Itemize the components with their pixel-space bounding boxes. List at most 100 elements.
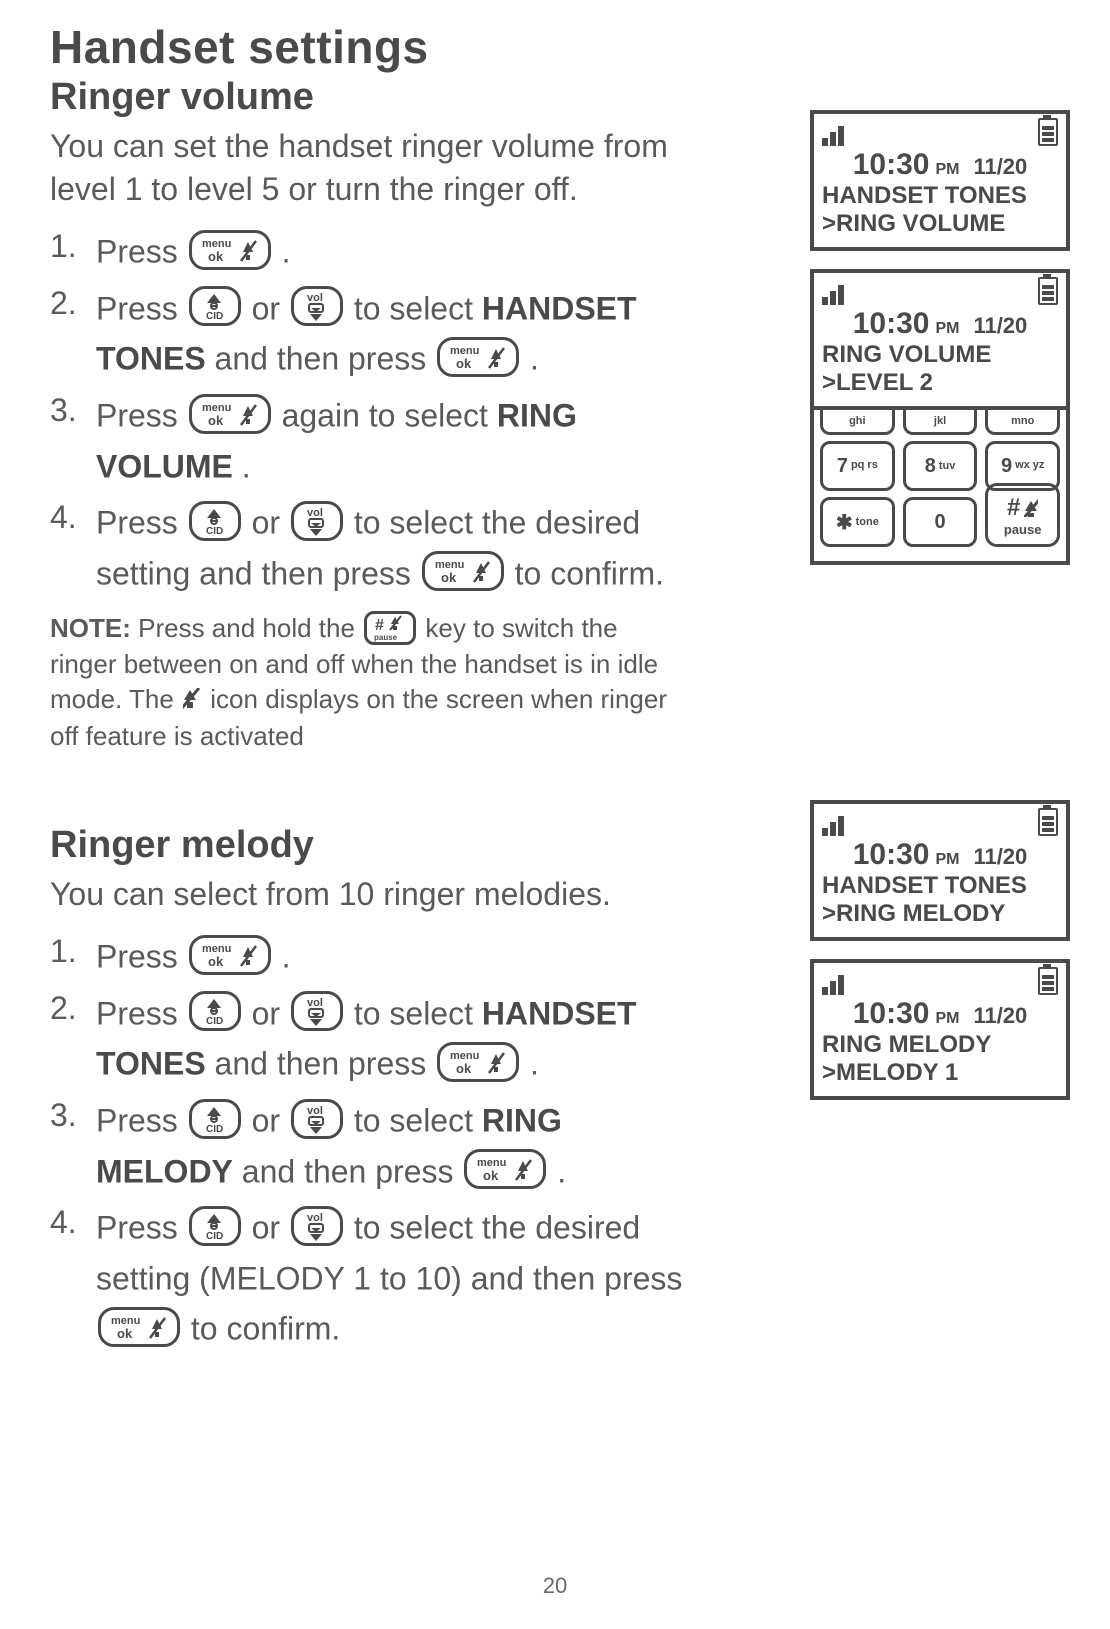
screen-line-1: HANDSET TONES bbox=[822, 872, 1058, 900]
text: Press bbox=[96, 290, 187, 326]
screen-time: 10:30 bbox=[853, 148, 930, 182]
step-number: 4. bbox=[50, 496, 82, 539]
menu-ok-key-icon bbox=[437, 1042, 519, 1082]
screen-line-1: HANDSET TONES bbox=[822, 182, 1058, 210]
key-7: 7pq rs bbox=[820, 441, 895, 491]
step-4: 4. Press or to select the desired settin… bbox=[50, 1201, 690, 1353]
cid-up-key-icon bbox=[189, 1099, 241, 1139]
handset-screen-1: 10:30 PM 11/20 HANDSET TONES >RING VOLUM… bbox=[810, 110, 1070, 251]
screen-previews: 10:30 PM 11/20 HANDSET TONES >RING VOLUM… bbox=[810, 110, 1070, 583]
cid-up-key-icon bbox=[189, 1206, 241, 1246]
battery-icon bbox=[1038, 808, 1058, 836]
text: to select bbox=[354, 995, 482, 1031]
screen-ampm: PM bbox=[935, 161, 959, 179]
text: . bbox=[557, 1153, 566, 1189]
screen-ampm: PM bbox=[935, 1010, 959, 1028]
step-3: 3. Press again to select RING VOLUME . bbox=[50, 389, 690, 490]
page-title: Handset settings bbox=[50, 20, 1060, 74]
text: Press bbox=[96, 995, 187, 1031]
text: or bbox=[252, 995, 289, 1031]
text: Press bbox=[96, 939, 187, 975]
text: or bbox=[252, 1210, 289, 1246]
cid-up-key-icon bbox=[189, 991, 241, 1031]
signal-icon bbox=[822, 975, 844, 995]
screen-time: 10:30 bbox=[853, 997, 930, 1031]
screen-line-2: >RING MELODY bbox=[822, 900, 1058, 928]
vol-down-key-icon bbox=[291, 991, 343, 1031]
step-1: 1. Press . bbox=[50, 930, 690, 981]
text: Press bbox=[96, 234, 187, 270]
text: . bbox=[282, 939, 291, 975]
screen-date: 11/20 bbox=[973, 1003, 1027, 1029]
screen-date: 11/20 bbox=[973, 154, 1027, 180]
note-label: NOTE: bbox=[50, 613, 131, 643]
page-number: 20 bbox=[0, 1573, 1110, 1599]
handset-screen-4: 10:30 PM 11/20 RING MELODY >MELODY 1 bbox=[810, 959, 1070, 1100]
text: or bbox=[252, 1103, 289, 1139]
key-5: jkl bbox=[903, 410, 978, 435]
signal-icon bbox=[822, 816, 844, 836]
key-star: ✱tone bbox=[820, 497, 895, 547]
key-6: mno bbox=[985, 410, 1060, 435]
text: to confirm. bbox=[515, 555, 664, 591]
battery-icon bbox=[1038, 118, 1058, 146]
screen-ampm: PM bbox=[935, 320, 959, 338]
step-number: 2. bbox=[50, 282, 82, 325]
ringer-melody-steps: 1. Press . 2. Press or to select HANDSET… bbox=[50, 930, 690, 1352]
text: or bbox=[252, 505, 289, 541]
text: to confirm. bbox=[191, 1311, 340, 1347]
step-number: 4. bbox=[50, 1201, 82, 1244]
keypad-illustration: ghi jkl mno 7pq rs 8tuv 9wx yz ✱tone 0 #… bbox=[810, 410, 1070, 565]
screen-line-2: >MELODY 1 bbox=[822, 1059, 1058, 1087]
screen-line-2: >RING VOLUME bbox=[822, 210, 1058, 238]
step-number: 3. bbox=[50, 389, 82, 432]
text: again to select bbox=[282, 398, 497, 434]
screen-line-1: RING MELODY bbox=[822, 1031, 1058, 1059]
ringer-volume-intro: You can set the handset ringer volume fr… bbox=[50, 125, 690, 211]
text: . bbox=[282, 234, 291, 270]
step-4: 4. Press or to select the desired settin… bbox=[50, 496, 690, 597]
handset-screen-3: 10:30 PM 11/20 HANDSET TONES >RING MELOD… bbox=[810, 800, 1070, 941]
text: and then press bbox=[242, 1153, 463, 1189]
battery-icon bbox=[1038, 277, 1058, 305]
text: or bbox=[252, 290, 289, 326]
text: and then press bbox=[215, 1046, 436, 1082]
text: Press and hold the bbox=[138, 613, 362, 643]
handset-screen-2: 10:30 PM 11/20 RING VOLUME >LEVEL 2 bbox=[810, 269, 1070, 410]
menu-ok-key-icon bbox=[464, 1149, 546, 1189]
step-1: 1. Press . bbox=[50, 225, 690, 276]
screen-line-1: RING VOLUME bbox=[822, 341, 1058, 369]
key-8: 8tuv bbox=[903, 441, 978, 491]
menu-ok-key-icon bbox=[437, 337, 519, 377]
text: to select bbox=[354, 290, 482, 326]
step-number: 1. bbox=[50, 225, 82, 268]
screen-time: 10:30 bbox=[853, 307, 930, 341]
text: Press bbox=[96, 1210, 187, 1246]
vol-down-key-icon bbox=[291, 1099, 343, 1139]
text: Press bbox=[96, 505, 187, 541]
screen-time: 10:30 bbox=[853, 838, 930, 872]
step-number: 3. bbox=[50, 1094, 82, 1137]
battery-icon bbox=[1038, 967, 1058, 995]
step-3: 3. Press or to select RING MELODY and th… bbox=[50, 1094, 690, 1195]
text: . bbox=[242, 448, 251, 484]
text: . bbox=[530, 341, 539, 377]
screen-date: 11/20 bbox=[973, 313, 1027, 339]
ringer-melody-intro: You can select from 10 ringer melodies. bbox=[50, 873, 690, 916]
step-2: 2. Press or to select HANDSET TONES and … bbox=[50, 282, 690, 383]
text: to select bbox=[354, 1103, 482, 1139]
key-hash: # pause bbox=[985, 483, 1060, 547]
hash-pause-key-icon bbox=[364, 611, 416, 645]
menu-ok-key-icon bbox=[189, 935, 271, 975]
menu-ok-key-icon bbox=[189, 394, 271, 434]
text: and then press bbox=[215, 341, 436, 377]
cid-up-key-icon bbox=[189, 501, 241, 541]
screen-line-2: >LEVEL 2 bbox=[822, 369, 1058, 397]
text: . bbox=[530, 1046, 539, 1082]
signal-icon bbox=[822, 126, 844, 146]
key-0: 0 bbox=[903, 497, 978, 547]
vol-down-key-icon bbox=[291, 501, 343, 541]
key-4: ghi bbox=[820, 410, 895, 435]
vol-down-key-icon bbox=[291, 1206, 343, 1246]
screen-previews-2: 10:30 PM 11/20 HANDSET TONES >RING MELOD… bbox=[810, 800, 1070, 1118]
